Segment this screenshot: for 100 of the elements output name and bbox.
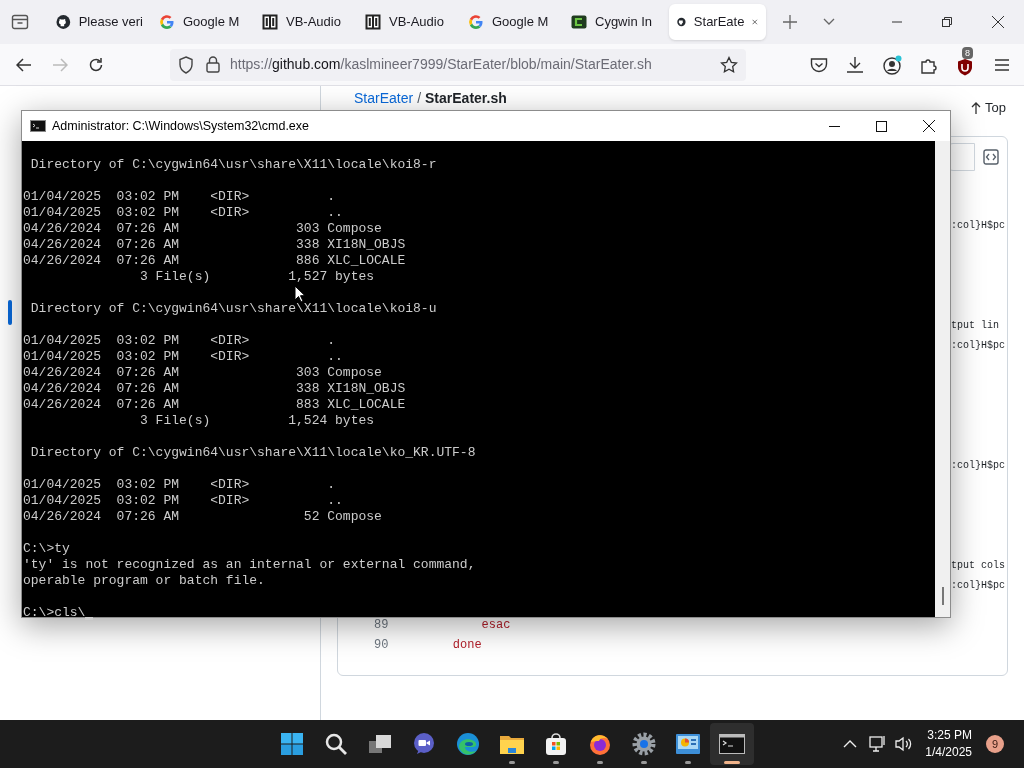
running-indicator bbox=[597, 761, 603, 764]
shopping-bag-icon bbox=[544, 732, 568, 756]
path-separator: / bbox=[417, 90, 422, 106]
download-icon[interactable] bbox=[846, 55, 864, 74]
browser-tab[interactable]: Please veri bbox=[48, 4, 151, 40]
active-indicator bbox=[724, 761, 740, 764]
lock-icon bbox=[206, 56, 220, 73]
console-line: C:\>cls\ bbox=[23, 605, 86, 621]
gear-icon bbox=[632, 732, 656, 756]
console-line: 01/04/2025 03:02 PM <DIR> .. bbox=[23, 349, 344, 365]
browser-tab[interactable]: Google M bbox=[151, 4, 254, 40]
console-line: Directory of C:\cygwin64\usr\share\X11\locale\ko_KR.UTF-8 bbox=[29, 445, 477, 461]
tab-title: Cygwin In bbox=[595, 13, 653, 32]
scrollbar[interactable] bbox=[935, 141, 950, 617]
line-number: 90 bbox=[374, 637, 390, 654]
console-line: 04/26/2024 07:26 AM 338 XI18N_OBJS bbox=[23, 237, 407, 253]
network-icon[interactable] bbox=[869, 735, 888, 753]
console-line: 04/26/2024 07:26 AM 52 Compose bbox=[23, 509, 383, 525]
notification-badge[interactable]: 9 bbox=[986, 735, 1004, 753]
vb-logo-icon bbox=[365, 14, 381, 30]
control-panel-icon bbox=[675, 733, 701, 755]
code-line: :col}H$pc bbox=[951, 338, 1006, 353]
browser-tab[interactable]: VB-Audio bbox=[357, 4, 460, 40]
running-indicator bbox=[685, 761, 691, 764]
google-g-icon bbox=[159, 14, 175, 30]
clock-date: 1/4/2025 bbox=[925, 744, 972, 761]
edge-logo-icon bbox=[456, 732, 480, 756]
console-line: C:\>ty bbox=[23, 541, 71, 557]
console-line: 04/26/2024 07:26 AM 303 Compose bbox=[23, 365, 383, 381]
clock-time: 3:25 PM bbox=[927, 727, 972, 744]
code-view-icon[interactable] bbox=[983, 149, 999, 165]
url-text: https://github.com/kaslmineer7999/StarEater/blob/main/StarEater.sh bbox=[230, 55, 652, 74]
back-arrow-icon[interactable] bbox=[16, 57, 32, 72]
tab-title: Google M bbox=[183, 13, 240, 32]
tray-icon bbox=[11, 14, 29, 30]
scrollbar-thumb[interactable] bbox=[941, 587, 944, 605]
star-icon[interactable] bbox=[720, 55, 738, 74]
tab-title: StarEate bbox=[693, 13, 745, 32]
text-cursor bbox=[85, 617, 94, 620]
mouse-pointer-icon bbox=[294, 285, 306, 303]
running-indicator bbox=[553, 761, 559, 764]
window-title: Administrator: C:\Windows\System32\cmd.exe bbox=[52, 117, 310, 135]
chevron-up-icon[interactable] bbox=[843, 740, 858, 748]
code-line: esac bbox=[480, 617, 511, 634]
search-icon bbox=[324, 732, 348, 756]
running-indicator bbox=[509, 761, 515, 764]
file-name: StarEater.sh bbox=[425, 90, 507, 106]
restore-icon[interactable] bbox=[942, 17, 952, 27]
console-line: 01/04/2025 03:02 PM <DIR> . bbox=[23, 477, 337, 493]
tab-title: Please veri bbox=[78, 13, 143, 32]
maximize-icon[interactable] bbox=[876, 120, 887, 132]
reload-icon[interactable] bbox=[88, 56, 104, 73]
shield-extension-icon[interactable] bbox=[956, 57, 974, 76]
browser-tab[interactable]: VB-Audio bbox=[254, 4, 357, 40]
close-icon[interactable] bbox=[923, 120, 935, 132]
browser-tab[interactable]: StarEate bbox=[669, 4, 766, 40]
repo-link[interactable]: StarEater bbox=[354, 90, 414, 106]
tab-title: Google M bbox=[492, 13, 549, 32]
console-line: 3 File(s) 1,524 bytes bbox=[139, 413, 376, 429]
code-line: tput lin bbox=[951, 318, 1000, 333]
tab-title: VB-Audio bbox=[389, 13, 444, 32]
chevron-down-icon[interactable] bbox=[823, 18, 835, 26]
speaker-icon[interactable] bbox=[895, 736, 914, 752]
top-button[interactable]: Top bbox=[971, 98, 1006, 118]
shield-icon bbox=[178, 55, 194, 74]
firefox-logo-icon bbox=[588, 732, 612, 756]
console-line: 04/26/2024 07:26 AM 886 XLC_LOCALE bbox=[23, 253, 407, 269]
code-line: :col}H$pc bbox=[951, 218, 1006, 233]
console-line: 04/26/2024 07:26 AM 338 XI18N_OBJS bbox=[23, 381, 407, 397]
active-item-marker bbox=[8, 300, 12, 325]
plus-icon[interactable] bbox=[783, 15, 797, 29]
octocat-icon bbox=[56, 14, 71, 30]
pocket-icon[interactable] bbox=[810, 56, 828, 73]
code-line: :col}H$pc bbox=[951, 458, 1006, 473]
console-line: 'ty' is not recognized as an internal or external command, bbox=[23, 557, 477, 573]
code-line: tput cols bbox=[951, 558, 1006, 573]
menu-icon[interactable] bbox=[994, 57, 1010, 72]
console-line: 01/04/2025 03:02 PM <DIR> . bbox=[23, 333, 337, 349]
account-icon[interactable] bbox=[882, 54, 902, 75]
tab-title: VB-Audio bbox=[286, 13, 341, 32]
stacked-windows-icon bbox=[368, 733, 392, 755]
console-line: operable program or batch file. bbox=[23, 573, 266, 589]
console-line: Directory of C:\cygwin64\usr\share\X11\locale\koi8-u bbox=[29, 301, 438, 317]
running-indicator bbox=[641, 761, 647, 764]
google-g-icon bbox=[468, 14, 484, 30]
taskbar-app[interactable] bbox=[710, 723, 754, 765]
close-icon[interactable] bbox=[992, 16, 1004, 28]
browser-tab[interactable]: Google M bbox=[460, 4, 563, 40]
windows-logo-icon bbox=[280, 732, 304, 756]
console-line: 3 File(s) 1,527 bytes bbox=[139, 269, 376, 285]
code-line: done bbox=[451, 637, 482, 654]
browser-tab[interactable]: Cygwin In bbox=[563, 4, 666, 40]
console-line: Directory of C:\cygwin64\usr\share\X11\locale\koi8-r bbox=[29, 157, 438, 173]
console-icon bbox=[30, 120, 46, 132]
address-bar[interactable]: https://github.com/kaslmineer7999/StarEater/blob/main/StarEater.sh bbox=[170, 48, 746, 81]
terminal-icon bbox=[719, 734, 745, 754]
console-line: 04/26/2024 07:26 AM 303 Compose bbox=[23, 221, 383, 237]
console-line: 01/04/2025 03:02 PM <DIR> . bbox=[23, 189, 337, 205]
cygwin-logo-icon bbox=[571, 14, 587, 30]
clock[interactable]: 3:25 PM 1/4/2025 bbox=[925, 727, 972, 761]
